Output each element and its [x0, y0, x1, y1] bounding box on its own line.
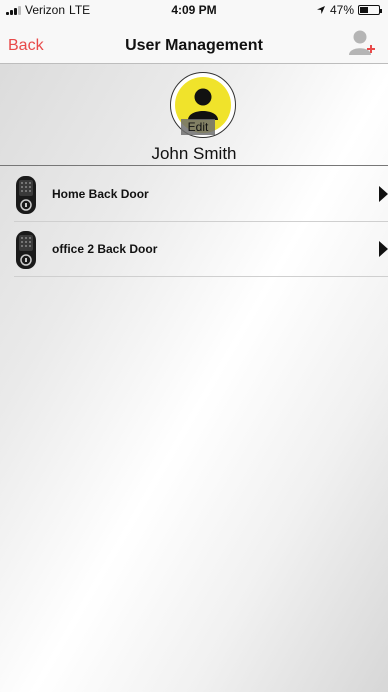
battery-info: 47%: [316, 3, 382, 17]
list-item[interactable]: Home Back Door: [14, 167, 388, 222]
door-list: Home Back Door office 2 Back Door: [0, 167, 388, 277]
battery-percent: 47%: [329, 3, 354, 17]
list-item[interactable]: office 2 Back Door: [14, 222, 388, 277]
location-arrow-icon: [316, 6, 325, 14]
door-lock-icon: [16, 231, 36, 269]
chevron-right-icon: [379, 241, 388, 257]
status-bar: Verizon LTE 4:09 PM 47%: [0, 0, 388, 20]
page-title: User Management: [125, 37, 263, 54]
door-label: Home Back Door: [52, 187, 149, 201]
user-name: John Smith: [151, 144, 237, 163]
door-lock-icon: [16, 176, 36, 214]
door-label: office 2 Back Door: [52, 242, 158, 256]
battery-fill: [360, 7, 369, 13]
chevron-right-icon: [379, 186, 388, 202]
edit-avatar-button[interactable]: Edit: [181, 119, 215, 135]
battery-icon: [358, 5, 382, 15]
add-user-icon[interactable]: [348, 28, 376, 58]
user-management-screen: Verizon LTE 4:09 PM 47% Back User Manage…: [0, 0, 388, 692]
profile-header: Edit John Smith: [0, 64, 388, 166]
nav-bar: Back User Management: [0, 20, 388, 64]
